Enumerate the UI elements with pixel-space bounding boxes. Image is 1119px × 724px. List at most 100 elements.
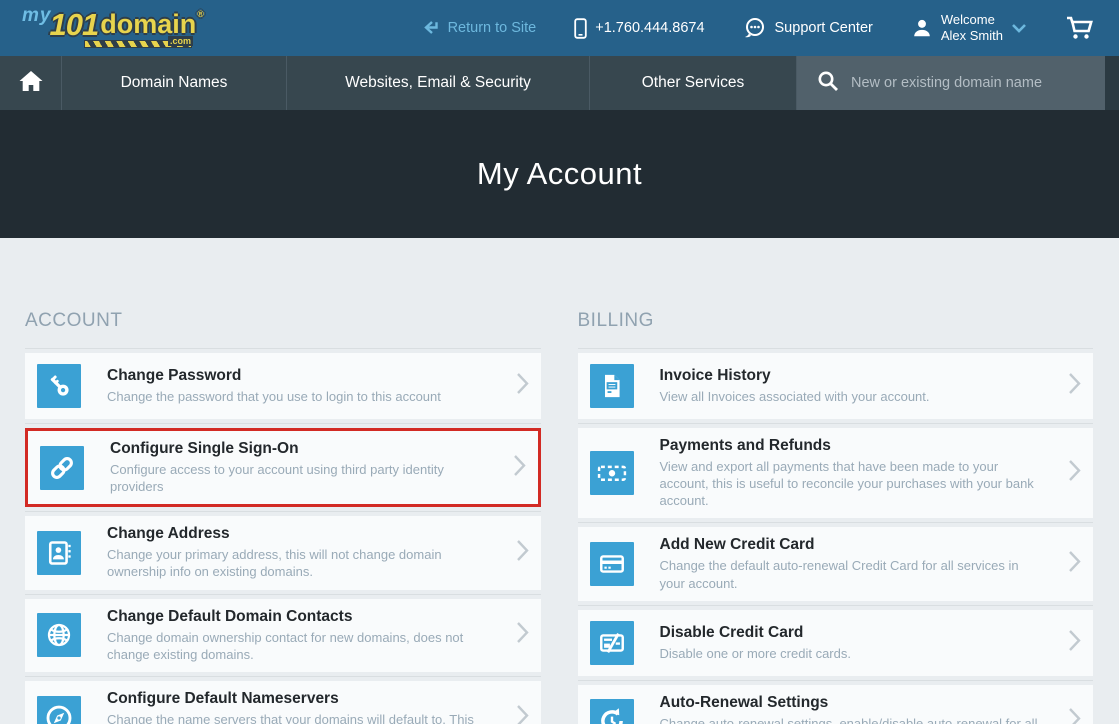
menu-item-title: Auto-Renewal Settings <box>660 694 1048 712</box>
banknote-icon <box>590 451 634 495</box>
menu-item-text: Change Default Domain ContactsChange dom… <box>81 608 529 663</box>
list-divider <box>25 348 541 349</box>
search-icon <box>817 70 839 97</box>
list-divider <box>25 594 541 595</box>
chevron-right-icon <box>1068 458 1081 489</box>
menu-item-change-default-domain-contacts[interactable]: Change Default Domain ContactsChange dom… <box>25 599 541 672</box>
main-nav: Domain Names Websites, Email & Security … <box>0 56 1119 110</box>
menu-item-desc: View all Invoices associated with your a… <box>660 388 1048 405</box>
welcome-line: Welcome <box>941 12 995 27</box>
mobile-phone-icon <box>574 18 587 39</box>
billing-heading: BILLING <box>578 310 1094 332</box>
list-divider <box>25 511 541 512</box>
logo-prefix: my <box>22 5 51 27</box>
menu-item-text: Change Password Change the password that … <box>81 367 529 405</box>
menu-item-text: Change Address Change your primary addres… <box>81 525 529 580</box>
content-area: ACCOUNT Change Password Change the passwo… <box>0 238 1119 724</box>
chevron-right-icon <box>516 537 529 568</box>
menu-item-text: Payments and RefundsView and export all … <box>634 437 1082 509</box>
menu-item-invoice-history[interactable]: Invoice History View all Invoices associa… <box>578 353 1094 419</box>
phone-number: +1.760.444.8674 <box>595 20 704 36</box>
page-title: My Account <box>477 156 642 192</box>
menu-item-add-new-credit-card[interactable]: Add New Credit CardChange the default au… <box>578 527 1094 600</box>
list-divider <box>578 423 1094 424</box>
menu-item-desc: Change auto-renewal settings, enable/dis… <box>660 715 1048 724</box>
chevron-right-icon <box>1068 549 1081 580</box>
globe-icon <box>37 613 81 657</box>
logo-number: 101 <box>49 7 98 43</box>
list-divider <box>578 348 1094 349</box>
domain-search-input[interactable] <box>851 75 1091 91</box>
top-bar: my101domain® .com Return to Site +1.760.… <box>0 0 1119 56</box>
menu-item-configure-default-nameservers[interactable]: Configure Default NameserversChange the … <box>25 681 541 724</box>
chevron-right-icon <box>1068 627 1081 658</box>
menu-item-desc: Change your primary address, this will n… <box>107 546 495 580</box>
menu-item-title: Change Password <box>107 367 495 385</box>
compass-icon <box>37 696 81 724</box>
menu-item-title: Configure Single Sign-On <box>110 440 492 458</box>
account-heading: ACCOUNT <box>25 310 541 332</box>
menu-item-desc: View and export all payments that have b… <box>660 458 1048 509</box>
disable-card-icon <box>590 621 634 665</box>
hero-banner: My Account <box>0 110 1119 238</box>
user-name: Alex Smith <box>941 28 1003 43</box>
menu-item-change-address[interactable]: Change Address Change your primary addres… <box>25 516 541 589</box>
invoice-icon <box>590 364 634 408</box>
menu-item-desc: Configure access to your account using t… <box>110 461 492 495</box>
billing-menu-list: Invoice History View all Invoices associa… <box>578 348 1094 724</box>
chevron-down-icon <box>1011 23 1027 33</box>
domain-search-box <box>797 56 1105 110</box>
welcome-text: Welcome Alex Smith <box>941 12 1003 45</box>
list-divider <box>25 676 541 677</box>
cart-button[interactable] <box>1065 15 1095 41</box>
registered-mark: ® <box>197 9 204 19</box>
key-icon <box>37 364 81 408</box>
menu-item-text: Invoice History View all Invoices associa… <box>634 367 1082 405</box>
list-divider <box>578 605 1094 606</box>
menu-item-change-password[interactable]: Change Password Change the password that … <box>25 353 541 419</box>
credit-card-icon <box>590 542 634 586</box>
menu-item-text: Disable Credit CardDisable one or more c… <box>634 624 1082 662</box>
menu-item-configure-single-sign-on[interactable]: Configure Single Sign-On Configure access… <box>25 428 541 507</box>
support-headset-icon <box>743 17 767 39</box>
menu-item-title: Change Default Domain Contacts <box>107 608 495 626</box>
menu-item-title: Invoice History <box>660 367 1048 385</box>
chevron-right-icon <box>516 371 529 402</box>
home-icon <box>18 70 44 97</box>
nav-item-other-services[interactable]: Other Services <box>590 56 797 110</box>
support-center-link[interactable]: Support Center <box>743 17 873 39</box>
nav-item-websites-email-security[interactable]: Websites, Email & Security <box>287 56 590 110</box>
menu-item-text: Add New Credit CardChange the default au… <box>634 536 1082 591</box>
topbar-links: Return to Site +1.760.444.8674 Support C… <box>423 12 1095 45</box>
menu-item-title: Disable Credit Card <box>660 624 1048 642</box>
menu-item-text: Auto-Renewal Settings Change auto-renewal… <box>634 694 1082 724</box>
menu-item-disable-credit-card[interactable]: Disable Credit CardDisable one or more c… <box>578 610 1094 676</box>
nav-item-domain-names[interactable]: Domain Names <box>62 56 287 110</box>
list-divider <box>578 680 1094 681</box>
return-to-site-link[interactable]: Return to Site <box>423 20 537 36</box>
chevron-right-icon <box>516 702 529 724</box>
support-center-label: Support Center <box>775 20 873 36</box>
user-icon <box>911 16 933 40</box>
menu-item-title: Change Address <box>107 525 495 543</box>
account-menu-list: Change Password Change the password that … <box>25 348 541 724</box>
menu-item-title: Add New Credit Card <box>660 536 1048 554</box>
return-arrow-icon <box>423 21 440 35</box>
menu-item-desc: Change the name servers that your domain… <box>107 711 495 724</box>
menu-item-desc: Change the password that you use to logi… <box>107 388 495 405</box>
menu-item-auto-renewal-settings[interactable]: Auto-Renewal Settings Change auto-renewal… <box>578 685 1094 724</box>
logo-stripes: .com <box>84 40 192 48</box>
user-menu[interactable]: Welcome Alex Smith <box>911 12 1027 45</box>
list-divider <box>25 423 541 424</box>
menu-item-text: Configure Default NameserversChange the … <box>81 690 529 724</box>
my101domain-logo[interactable]: my101domain® .com <box>22 4 204 52</box>
chevron-right-icon <box>1068 371 1081 402</box>
menu-item-payments-and-refunds[interactable]: Payments and RefundsView and export all … <box>578 428 1094 518</box>
list-divider <box>578 522 1094 523</box>
nav-home-button[interactable] <box>0 56 62 110</box>
nav-edge-strip <box>1105 56 1119 110</box>
logo-tld: .com <box>168 36 193 46</box>
phone-contact[interactable]: +1.760.444.8674 <box>574 18 704 39</box>
auto-renewal-icon <box>590 699 634 724</box>
return-to-site-label: Return to Site <box>448 20 537 36</box>
